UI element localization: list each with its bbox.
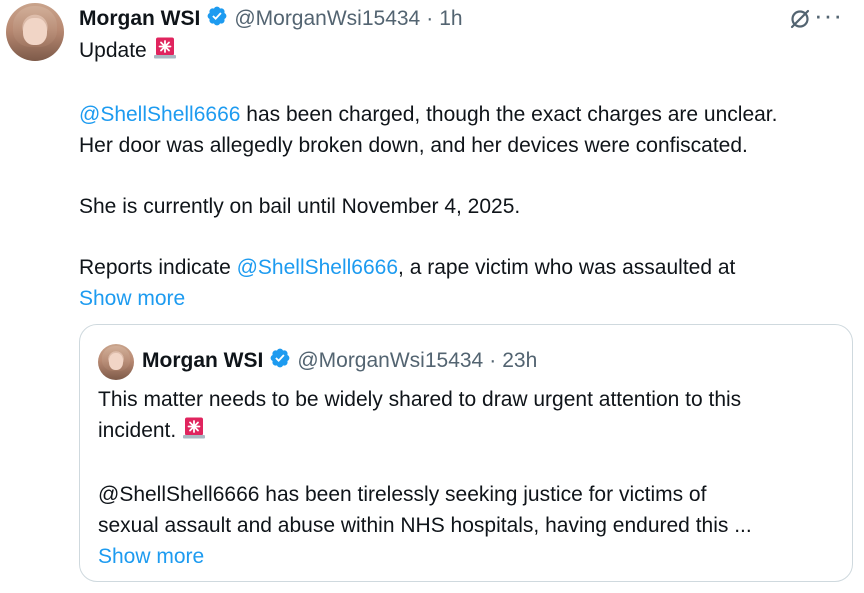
body-text: Reports indicate: [79, 256, 237, 279]
quoted-author-avatar[interactable]: [98, 344, 134, 380]
verified-badge-icon: [269, 347, 291, 375]
show-more-link[interactable]: Show more: [79, 287, 185, 310]
author-handle[interactable]: @MorganWsi15434: [234, 7, 420, 31]
author-name[interactable]: Morgan WSI: [79, 7, 200, 31]
header-separator: ·: [489, 349, 497, 372]
body-text: incident.: [98, 419, 177, 442]
tweet-text: Update @ShellShell6666 has been charged,…: [79, 35, 854, 314]
quoted-author-handle[interactable]: @MorganWsi15434: [297, 349, 483, 373]
body-text: @ShellShell6666 has been tirelessly seek…: [98, 483, 707, 506]
tweet-header: Morgan WSI @MorganWsi15434 · 1h: [79, 4, 463, 34]
tweet-timestamp[interactable]: 1h: [439, 7, 462, 31]
body-text: She is currently on bail until November …: [79, 195, 521, 218]
update-text: Update: [79, 39, 147, 62]
more-options-icon[interactable]: ···: [814, 2, 843, 28]
siren-emoji-icon: [182, 416, 206, 449]
body-text: Her door was allegedly broken down, and …: [79, 134, 748, 157]
show-more-link[interactable]: Show more: [98, 545, 204, 568]
body-text: , a rape victim who was assaulted at: [398, 256, 736, 279]
quoted-tweet-timestamp[interactable]: 23h: [502, 349, 537, 373]
body-text: sexual assault and abuse within NHS hosp…: [98, 514, 752, 537]
mention-link[interactable]: @ShellShell6666: [79, 103, 240, 126]
siren-emoji-icon: [153, 36, 177, 69]
quoted-tweet-header: Morgan WSI @MorganWsi15434 · 23h: [142, 345, 537, 377]
quoted-tweet-card[interactable]: Morgan WSI @MorganWsi15434 · 23h This ma…: [79, 324, 853, 582]
grok-icon[interactable]: [788, 7, 812, 36]
body-text: This matter needs to be widely shared to…: [98, 388, 742, 411]
mention-link[interactable]: @ShellShell6666: [237, 256, 398, 279]
verified-badge-icon: [206, 5, 228, 33]
body-text: has been charged, though the exact charg…: [240, 103, 778, 126]
header-separator: ·: [426, 7, 434, 30]
author-avatar[interactable]: [6, 3, 64, 61]
quoted-author-name[interactable]: Morgan WSI: [142, 349, 263, 373]
quoted-tweet-text: This matter needs to be widely shared to…: [98, 384, 838, 572]
